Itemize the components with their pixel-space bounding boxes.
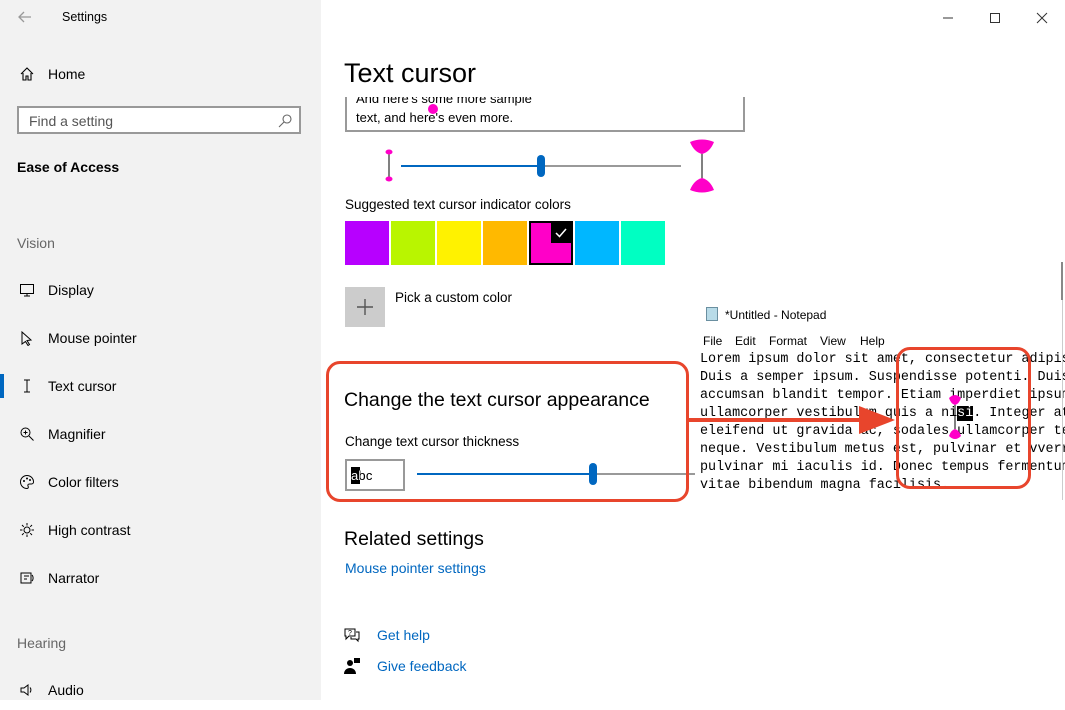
notepad-scrollbar[interactable] [1062, 300, 1063, 500]
sidebar-item-label: Display [48, 282, 94, 298]
high-contrast-icon [17, 520, 37, 540]
display-icon [17, 280, 37, 300]
sidebar-item-label: Audio [48, 682, 84, 698]
indicator-large-icon [687, 138, 717, 194]
notepad-title: *Untitled - Notepad [725, 308, 827, 322]
color-filters-icon [17, 472, 37, 492]
sidebar: Settings Home Find a setting Ease of Acc… [0, 0, 321, 700]
preview-cursor-indicator [428, 104, 438, 114]
vision-header: Vision [17, 235, 55, 251]
text-cursor-icon [17, 376, 37, 396]
slider-fill [401, 165, 541, 167]
notepad-menu-file[interactable]: File [703, 334, 722, 348]
notepad-menu-help[interactable]: Help [860, 334, 885, 348]
sidebar-item-color-filters[interactable]: Color filters [0, 462, 321, 502]
search-input[interactable]: Find a setting [17, 106, 301, 134]
feedback-icon [343, 657, 361, 680]
sidebar-item-audio[interactable]: Audio [0, 670, 321, 710]
notepad-menu-format[interactable]: Format [769, 334, 807, 348]
notepad-menu-edit[interactable]: Edit [735, 334, 756, 348]
sidebar-item-label: Mouse pointer [48, 330, 137, 346]
color-swatch[interactable] [483, 221, 527, 265]
sidebar-item-label: Magnifier [48, 426, 106, 442]
color-swatch[interactable] [621, 221, 665, 265]
color-swatch[interactable] [575, 221, 619, 265]
color-swatch[interactable] [391, 221, 435, 265]
page-title: Text cursor [344, 58, 477, 88]
magnifier-icon [17, 424, 37, 444]
notepad-menu-view[interactable]: View [820, 334, 846, 348]
maximize-button[interactable] [985, 8, 1005, 28]
color-swatch[interactable] [529, 221, 573, 265]
sidebar-item-label: Text cursor [48, 378, 117, 394]
sidebar-item-high-contrast[interactable]: High contrast [0, 510, 321, 550]
give-feedback-link[interactable]: Give feedback [377, 658, 467, 674]
annotation-box-notepad-cursor [896, 347, 1031, 489]
sidebar-item-mouse-pointer[interactable]: Mouse pointer [0, 318, 321, 358]
svg-text:?: ? [348, 630, 352, 637]
cursor-preview-box: And here's some more sample text, and he… [345, 97, 745, 132]
custom-color-label[interactable]: Pick a custom color [395, 290, 512, 305]
sidebar-item-home[interactable]: Home [0, 54, 321, 94]
scrollbar[interactable] [1061, 262, 1063, 304]
sidebar-item-label: Color filters [48, 474, 119, 490]
indicator-small-icon [383, 148, 395, 184]
preview-text-line1: And here's some more sample [356, 97, 532, 106]
mouse-pointer-settings-link[interactable]: Mouse pointer settings [345, 560, 486, 576]
color-swatch[interactable] [345, 221, 389, 265]
sidebar-item-label: Narrator [48, 570, 100, 586]
window-title: Settings [62, 10, 108, 24]
suggested-colors-label: Suggested text cursor indicator colors [345, 197, 571, 212]
related-settings-heading: Related settings [344, 528, 484, 550]
sidebar-item-display[interactable]: Display [0, 270, 321, 310]
sidebar-item-text-cursor[interactable]: Text cursor [0, 366, 321, 406]
sidebar-item-label: High contrast [48, 522, 131, 538]
color-swatch[interactable] [437, 221, 481, 265]
annotation-arrow [687, 402, 899, 438]
slider-thumb[interactable] [537, 155, 545, 177]
annotation-box-appearance [326, 361, 689, 502]
plus-icon [357, 299, 373, 315]
home-icon [17, 64, 37, 84]
sidebar-item-narrator[interactable]: Narrator [0, 558, 321, 598]
notepad-icon [706, 307, 718, 321]
narrator-icon [17, 568, 37, 588]
category-title: Ease of Access [17, 159, 120, 175]
audio-icon [17, 680, 37, 700]
hearing-header: Hearing [17, 635, 67, 651]
indicator-size-slider[interactable] [401, 155, 681, 177]
get-help-icon: ? [343, 626, 361, 649]
minimize-button[interactable] [938, 8, 958, 28]
get-help-link[interactable]: Get help [377, 627, 430, 643]
mouse-pointer-icon [17, 328, 37, 348]
home-label: Home [48, 66, 86, 82]
back-arrow-icon[interactable] [16, 8, 36, 26]
sidebar-item-magnifier[interactable]: Magnifier [0, 414, 321, 454]
close-button[interactable] [1032, 8, 1052, 28]
selection-indicator [0, 374, 4, 398]
checkmark-icon [551, 223, 571, 243]
search-icon[interactable] [277, 113, 293, 134]
custom-color-button[interactable] [345, 287, 385, 327]
search-placeholder: Find a setting [29, 113, 114, 129]
